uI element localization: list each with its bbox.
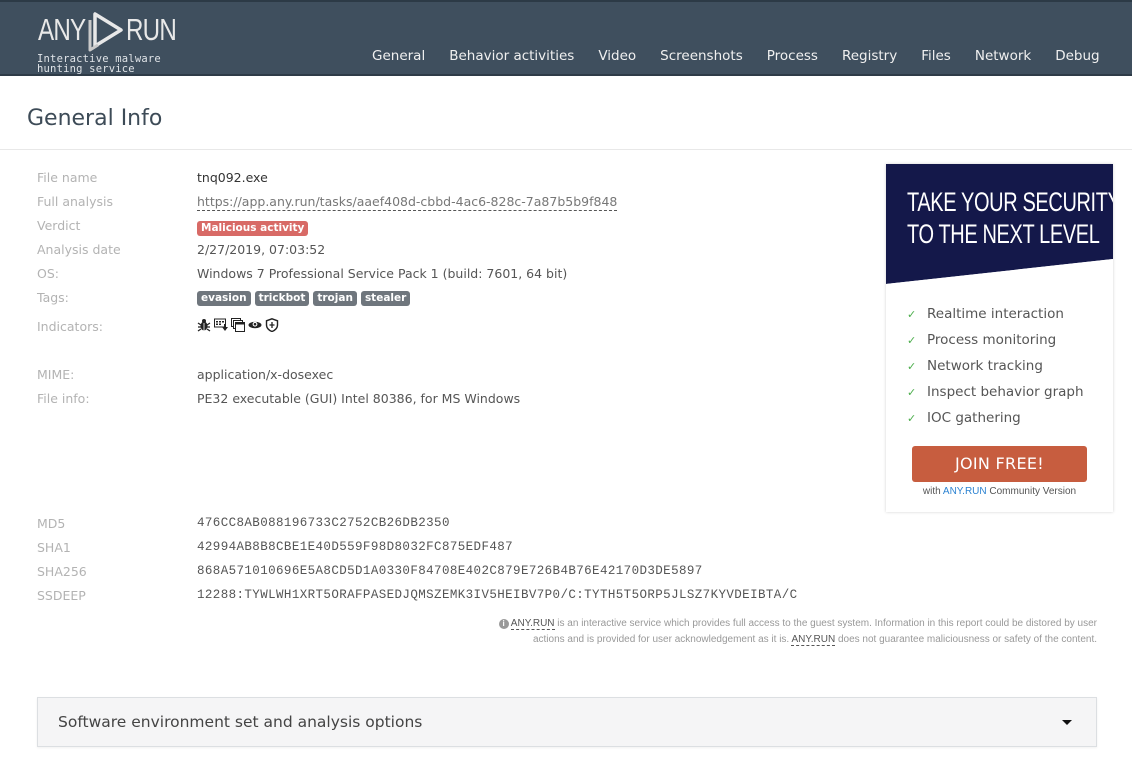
check-icon: ✓ — [907, 385, 917, 399]
file-name-label: File name — [37, 170, 98, 185]
nav-general[interactable]: General — [372, 48, 425, 64]
nav-behavior-activities[interactable]: Behavior activities — [449, 48, 574, 64]
nav-screenshots[interactable]: Screenshots — [660, 48, 743, 64]
network-download-icon[interactable] — [214, 318, 228, 332]
mime-label: MIME: — [37, 367, 75, 382]
disclaimer-text-2: does not guarantee maliciousness or safe… — [835, 633, 1097, 645]
tagline: Interactive malware hunting service — [37, 53, 161, 75]
community-version-note: with ANY.RUN Community Version — [886, 486, 1113, 497]
shield-icon[interactable] — [265, 318, 279, 332]
tag-trojan[interactable]: trojan — [313, 291, 357, 306]
nav-video[interactable]: Video — [598, 48, 636, 64]
disclaimer-brand-link-2[interactable]: ANY.RUN — [791, 633, 836, 646]
tag-stealer[interactable]: stealer — [360, 291, 411, 306]
promo-banner: TAKE YOUR SECURITY TO THE NEXT LEVEL — [886, 164, 1113, 284]
nav-process[interactable]: Process — [767, 48, 818, 64]
feature-item: ✓ Inspect behavior graph — [907, 379, 1084, 405]
eye-icon[interactable] — [248, 318, 262, 332]
mime-value: application/x-dosexec — [197, 367, 334, 382]
check-icon: ✓ — [907, 359, 917, 373]
tag-evasion[interactable]: evasion — [197, 291, 251, 306]
feature-list: ✓ Realtime interaction ✓ Process monitorin… — [907, 301, 1084, 431]
main-nav: General Behavior activities Video Screen… — [360, 48, 1124, 64]
disclaimer-brand-link[interactable]: ANY.RUN — [510, 618, 555, 630]
windows-stack-icon[interactable] — [231, 318, 245, 332]
ssdeep-label: SSDEEP — [37, 588, 86, 603]
md5-label: MD5 — [37, 516, 66, 531]
feature-label: Realtime interaction — [927, 306, 1064, 322]
top-navigation-bar: ANY RUN Interactive malware hunting serv… — [0, 0, 1132, 76]
promo-card: TAKE YOUR SECURITY TO THE NEXT LEVEL ✓ Re… — [886, 164, 1113, 512]
disclaimer: i ANY.RUN is an interactive service whic… — [497, 616, 1097, 647]
title-divider — [0, 149, 1132, 150]
sha256-label: SHA256 — [37, 564, 87, 579]
sha1-value: 42994AB8B8CBE1E40D559F98D8032FC875EDF487 — [197, 540, 514, 554]
promo-headline-line-1: TAKE YOUR SECURITY — [907, 187, 1113, 217]
check-icon: ✓ — [907, 411, 917, 425]
full-analysis-label: Full analysis — [37, 194, 113, 209]
feature-item: ✓ Network tracking — [907, 353, 1084, 379]
os-label: OS: — [37, 266, 59, 281]
file-info-value: PE32 executable (GUI) Intel 80386, for M… — [197, 391, 521, 406]
page-title: General Info — [27, 106, 163, 131]
md5-value: 476CC8AB088196733C2752CB26DB2350 — [197, 516, 450, 530]
nav-files[interactable]: Files — [921, 48, 951, 64]
feature-label: IOC gathering — [927, 410, 1021, 426]
analysis-date-value: 2/27/2019, 07:03:52 — [197, 242, 326, 257]
promo-headline-line-2: TO THE NEXT LEVEL — [907, 219, 1100, 249]
accordion-title: Software environment set and analysis op… — [58, 713, 423, 731]
info-icon: i — [498, 619, 509, 629]
check-icon: ✓ — [907, 333, 917, 347]
verdict-badge: Malicious activity — [197, 221, 309, 236]
logo-text-run: RUN — [126, 12, 177, 47]
feature-item: ✓ IOC gathering — [907, 405, 1084, 431]
join-free-button[interactable]: JOIN FREE! — [912, 446, 1087, 482]
tags-list: evasion trickbot trojan stealer — [197, 291, 411, 306]
file-info-label: File info: — [37, 391, 90, 406]
check-icon: ✓ — [907, 307, 917, 321]
nav-network[interactable]: Network — [975, 48, 1031, 64]
full-analysis-link[interactable]: https://app.any.run/tasks/aaef408d-cbbd-… — [197, 194, 618, 211]
anyrun-link[interactable]: ANY.RUN — [943, 486, 987, 497]
feature-item: ✓ Process monitoring — [907, 327, 1084, 353]
community-prefix: with — [922, 486, 943, 497]
nav-debug[interactable]: Debug — [1055, 48, 1099, 64]
ssdeep-value: 12288:TYWLWH1XRT5ORAFPASEDJQMSZEMK3IV5HE… — [197, 588, 798, 602]
analysis-date-label: Analysis date — [37, 242, 121, 257]
community-suffix: Community Version — [986, 486, 1077, 497]
feature-label: Network tracking — [927, 358, 1043, 374]
play-logo-icon — [88, 12, 123, 52]
bug-icon[interactable] — [197, 318, 211, 332]
nav-registry[interactable]: Registry — [842, 48, 897, 64]
logo-text-any: ANY — [38, 12, 86, 47]
tags-label: Tags: — [37, 290, 69, 305]
os-value: Windows 7 Professional Service Pack 1 (b… — [197, 266, 568, 281]
indicators-list — [197, 318, 279, 332]
software-environment-accordion[interactable]: Software environment set and analysis op… — [37, 697, 1097, 747]
feature-label: Process monitoring — [927, 332, 1057, 348]
feature-label: Inspect behavior graph — [927, 384, 1084, 400]
promo-headline: TAKE YOUR SECURITY TO THE NEXT LEVEL — [907, 186, 1113, 250]
feature-item: ✓ Realtime interaction — [907, 301, 1084, 327]
caret-down-icon — [1062, 720, 1072, 725]
file-name-value: tnq092.exe — [197, 170, 268, 185]
indicators-label: Indicators: — [37, 319, 103, 334]
tag-trickbot[interactable]: trickbot — [254, 291, 310, 306]
verdict-label: Verdict — [37, 218, 81, 233]
sha1-label: SHA1 — [37, 540, 71, 555]
sha256-value: 868A571010696E5A8CD5D1A0330F84708E402C87… — [197, 564, 703, 578]
anyrun-logo[interactable]: ANY RUN — [38, 10, 208, 54]
